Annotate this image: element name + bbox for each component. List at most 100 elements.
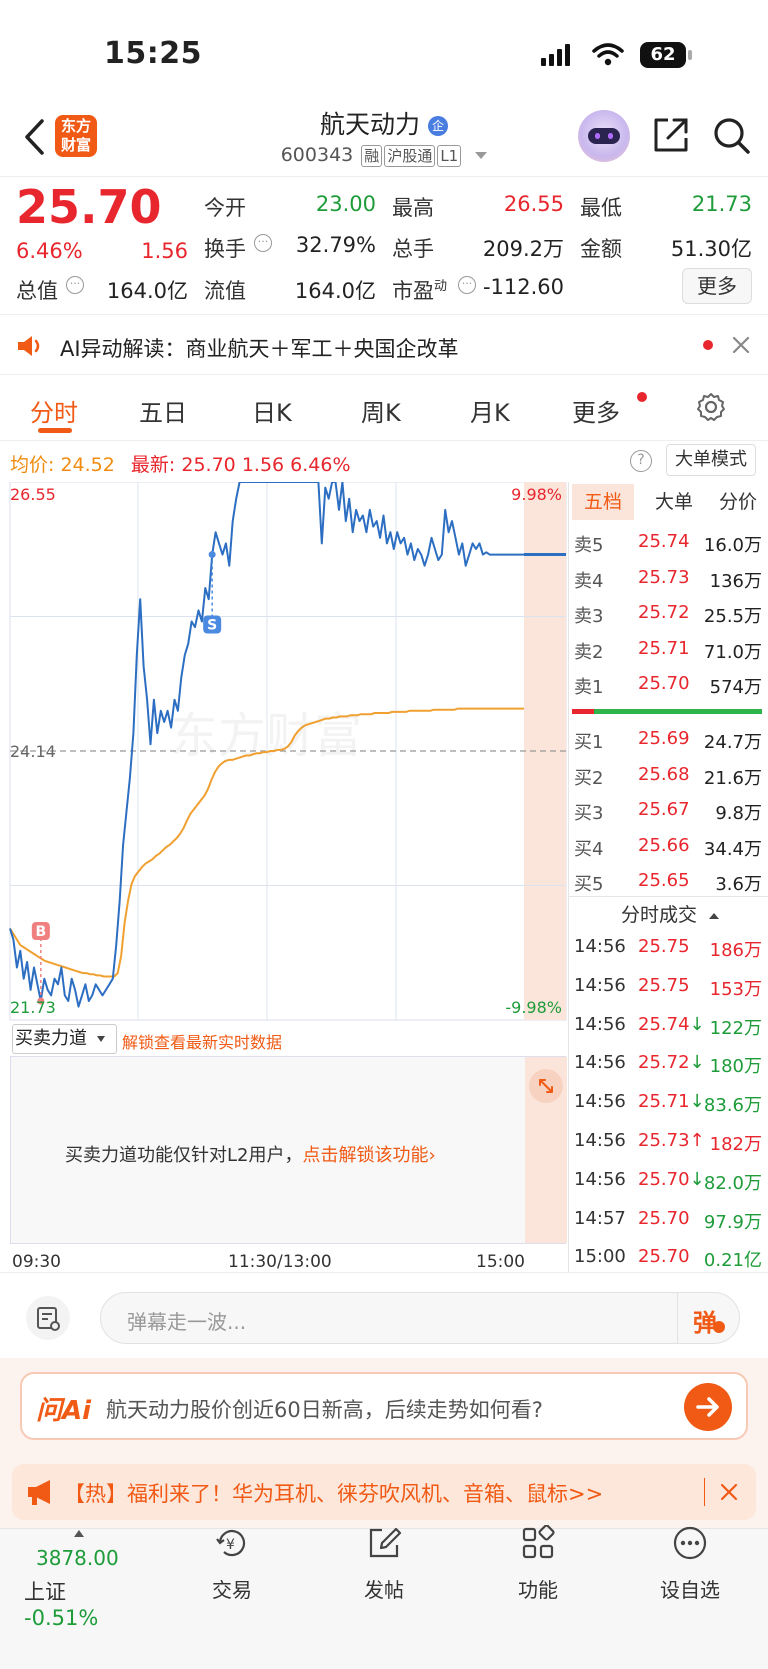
turnover-info-icon[interactable]: ··· — [254, 234, 272, 252]
tick-row: 14:56 25.74↓ 122万 — [572, 1006, 768, 1044]
pe-info-icon[interactable]: ··· — [458, 276, 476, 294]
nav-trade[interactable]: ¥ 交易 — [177, 1525, 287, 1603]
dropdown-caret-icon[interactable] — [475, 152, 488, 159]
ask-ai-bar[interactable]: 问Ai 航天动力股价创近60日新高，后续走势如何看? — [20, 1372, 748, 1440]
nav-functions-label: 功能 — [518, 1578, 558, 1602]
megaphone-icon — [28, 1480, 50, 1505]
order-book-tab-big[interactable]: 大单 — [646, 484, 702, 520]
tick-price: 25.74 — [638, 1013, 690, 1035]
latest-change: 1.56 — [241, 454, 285, 476]
bid-row[interactable]: 买4 25.66 34.4万 — [572, 829, 768, 863]
unlock-feature-link[interactable]: 点击解锁该功能 — [302, 1145, 428, 1166]
settings-gear-icon[interactable] — [696, 392, 726, 422]
index-up-caret-icon — [74, 1530, 84, 1537]
tick-volume: 182万 — [709, 1134, 762, 1155]
tab-week-k[interactable]: 周K — [361, 393, 401, 428]
share-icon[interactable] — [652, 116, 690, 154]
avg-price-label: 均价: — [10, 454, 55, 476]
bid-price: 25.65 — [638, 870, 690, 891]
nav-add-watchlist[interactable]: 设自选 — [635, 1525, 745, 1603]
market-cap-value: 164.0亿 — [106, 279, 188, 303]
ai-banner-text[interactable]: AI异动解读：商业航天＋军工＋央国企改革 — [60, 333, 459, 363]
order-book-tab-five[interactable]: 五档 — [572, 484, 634, 520]
tab-five-day[interactable]: 五日 — [139, 393, 187, 428]
ask-level-label: 卖4 — [574, 570, 604, 592]
tick-volume: 97.9万 — [703, 1211, 762, 1233]
bid-row[interactable]: 买2 25.68 21.6万 — [572, 758, 768, 792]
tab-day-k[interactable]: 日K — [252, 393, 292, 428]
power-panel: 买卖力道功能仅针对L2用户，点击解锁该功能› — [10, 1056, 567, 1244]
latest-label: 最新: — [130, 454, 176, 476]
intraday-price-chart[interactable]: 东方财富 BS 26.55 24.14 21.73 9.98% -9.98% — [0, 482, 568, 1062]
time-axis-mid: 11:30/13:00 — [228, 1252, 332, 1272]
tick-price: 25.75 — [638, 936, 690, 957]
ask-row[interactable]: 卖2 25.71 71.0万 — [572, 632, 768, 666]
tick-row: 14:57 25.70 97.9万 — [572, 1200, 768, 1238]
robot-avatar-icon[interactable] — [578, 110, 630, 162]
unlock-realtime-link[interactable]: 解锁查看最新实时数据 — [122, 1029, 282, 1053]
y-top-label: 26.55 — [10, 485, 56, 504]
tick-direction-arrow: ↓ — [689, 1052, 705, 1074]
tick-row: 14:56 25.75 186万 — [572, 928, 768, 966]
tick-price: 25.75 — [638, 974, 690, 996]
ask-row[interactable]: 卖5 25.74 16.0万 — [572, 525, 768, 559]
comment-input[interactable]: 弹幕走一波... 弹 — [100, 1292, 740, 1344]
ask-volume: 574万 — [709, 677, 762, 698]
current-price: 25.70 — [16, 180, 162, 234]
tick-row: 14:56 25.73↑ 182万 — [572, 1122, 768, 1160]
bid-row[interactable]: 买1 25.69 24.7万 — [572, 722, 768, 756]
tick-time: 14:56 — [574, 974, 626, 996]
turnover-label: 换手 — [204, 237, 246, 261]
order-book-tab-price[interactable]: 分价 — [708, 484, 768, 520]
amount-value: 51.30亿 — [670, 237, 752, 261]
volume-value: 209.2万 — [482, 237, 564, 261]
close-icon[interactable] — [732, 336, 750, 354]
bid-row[interactable]: 买5 25.65 3.6万 — [572, 864, 768, 898]
bid-level-label: 买2 — [574, 767, 604, 789]
help-icon[interactable]: ? — [630, 450, 652, 472]
danmu-toggle[interactable]: 弹 — [693, 1303, 717, 1338]
index-widget[interactable]: 3878.00 上证 -0.51% — [16, 1528, 146, 1630]
sell-marker-label: S — [207, 618, 217, 634]
enterprise-badge-icon: 企 — [427, 116, 448, 136]
tab-intraday[interactable]: 分时 — [30, 393, 78, 428]
danmu-check-icon — [713, 1321, 725, 1333]
low-value: 21.73 — [691, 192, 752, 216]
ask-price: 25.70 — [638, 673, 690, 694]
nav-post-label: 发帖 — [364, 1578, 404, 1602]
nav-post[interactable]: 发帖 — [329, 1525, 439, 1603]
submit-arrow-icon[interactable] — [684, 1383, 732, 1431]
ask-row[interactable]: 卖3 25.72 25.5万 — [572, 596, 768, 630]
ask-row[interactable]: 卖1 25.70 574万 — [572, 667, 768, 701]
tick-volume: 180万 — [709, 1056, 762, 1078]
more-button[interactable]: 更多 — [682, 268, 752, 304]
pe-label: 市盈动 — [392, 275, 447, 305]
index-value: 3878.00 — [36, 1546, 119, 1570]
big-order-mode-button[interactable]: 大单模式 — [666, 444, 756, 476]
tick-row: 14:56 25.70↓ 82.0万 — [572, 1161, 768, 1199]
pe-label-text: 市盈 — [392, 279, 434, 303]
wifi-icon — [592, 43, 624, 66]
pe-dynamic-mark: 动 — [434, 279, 448, 294]
search-icon[interactable] — [712, 116, 752, 156]
tick-direction-arrow: ↓ — [689, 1091, 705, 1113]
power-selector[interactable]: 买卖力道 — [12, 1024, 117, 1054]
tab-more[interactable]: 更多 — [572, 393, 620, 428]
tab-month-k[interactable]: 月K — [470, 393, 510, 428]
level-tag: L1 — [437, 145, 462, 167]
functions-grid-icon — [522, 1524, 555, 1559]
ask-level-label: 卖5 — [574, 535, 604, 556]
market-cap-info-icon[interactable]: ··· — [66, 276, 84, 294]
expand-icon[interactable] — [529, 1069, 563, 1103]
ask-row[interactable]: 卖4 25.73 136万 — [572, 561, 768, 595]
ticks-title[interactable]: 分时成交 — [572, 900, 768, 927]
nav-functions[interactable]: 功能 — [483, 1524, 593, 1603]
bid-row[interactable]: 买3 25.67 9.8万 — [572, 793, 768, 827]
float-cap-label: 流值 — [204, 279, 246, 303]
bid-price: 25.67 — [638, 799, 690, 820]
l2-notice-text: 买卖力道功能仅针对L2用户， — [65, 1145, 303, 1166]
promo-bar[interactable]: 【热】福利来了！华为耳机、徕芬吹风机、音箱、鼠标>> — [12, 1464, 756, 1520]
promo-close-icon[interactable] — [720, 1483, 738, 1501]
tick-time: 14:56 — [574, 936, 626, 957]
comment-settings-icon[interactable] — [26, 1296, 70, 1340]
